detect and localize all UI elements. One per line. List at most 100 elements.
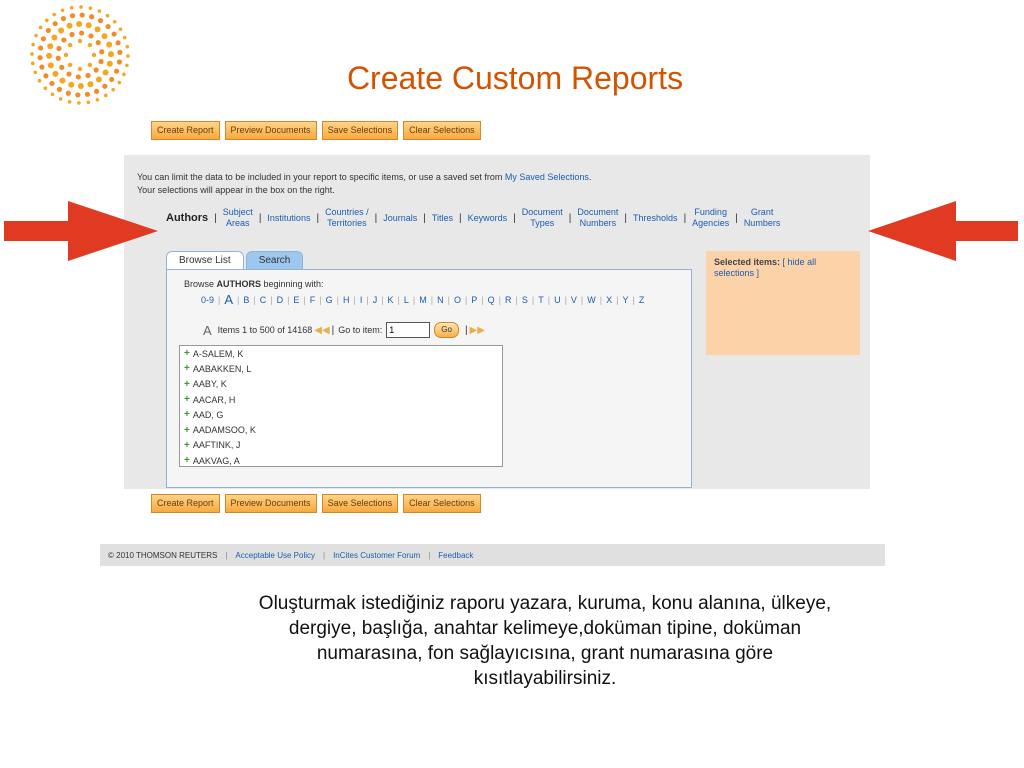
list-item[interactable]: + AAFTINK, J [180,438,502,453]
preview-documents-button[interactable]: Preview Documents [224,494,317,513]
go-button[interactable]: Go [434,322,459,338]
list-item[interactable]: + AAKVAG, A [180,453,502,466]
letter-0-9[interactable]: 0-9 [197,295,218,305]
preview-documents-button[interactable]: Preview Documents [224,121,317,140]
label: Countries / [325,207,369,217]
label: Territories [327,218,367,228]
selected-label: Selected items: [714,257,781,267]
label: AUTHORS [216,279,262,289]
letter-c[interactable]: C [256,295,271,305]
footer: © 2010 THOMSON REUTERS | Acceptable Use … [100,544,885,566]
plus-icon[interactable]: + [184,409,190,420]
plus-icon[interactable]: + [184,455,190,466]
tab-thresholds[interactable]: Thresholds [627,213,684,224]
list-item[interactable]: + AADAMSOO, K [180,422,502,437]
clear-selections-button[interactable]: Clear Selections [403,121,481,140]
selected-items-box: Selected items: [ hide all selections ] [706,251,860,355]
author-name: AABAKKEN, L [192,363,252,374]
author-list[interactable]: + A-SALEM, K + AABAKKEN, L + AABY, K + AACAR, H… [179,345,503,467]
create-report-button[interactable]: Create Report [151,494,220,513]
letter-g[interactable]: G [322,295,337,305]
label: Document [577,207,619,217]
clear-selections-button[interactable]: Clear Selections [403,494,481,513]
list-item[interactable]: + AAD, G [180,407,502,422]
intro-text: You can limit the data to be included in… [137,171,591,197]
left-red-arrow-icon [4,201,158,261]
letter-k[interactable]: K [384,295,398,305]
tab-browse-list[interactable]: Browse List [166,251,244,269]
letter-s[interactable]: S [518,295,532,305]
label: Numbers [579,218,617,228]
letter-a[interactable]: A [220,292,237,307]
goto-item-input[interactable] [386,322,431,338]
tab-document-types[interactable]: Document Types [516,207,569,229]
label: Grant [750,207,774,217]
letter-v[interactable]: V [567,295,581,305]
letter-f[interactable]: F [306,295,320,305]
slide-title: Create Custom Reports [346,60,684,96]
list-item[interactable]: + AABAKKEN, L [180,361,502,376]
letter-p[interactable]: P [467,295,481,305]
plus-icon[interactable]: + [184,394,190,405]
letter-i[interactable]: I [356,295,367,305]
save-selections-button[interactable]: Save Selections [321,121,399,140]
last-page-icon[interactable]: ▶▶ [470,325,485,336]
letter-z[interactable]: Z [635,295,649,305]
thomson-reuters-logo [30,5,130,105]
my-saved-selections-link[interactable]: My Saved Selections [505,172,589,182]
plus-icon[interactable]: + [184,425,190,436]
tab-grant-numbers[interactable]: Grant Numbers [738,207,787,229]
author-name: AAFTINK, J [192,440,241,451]
tab-titles[interactable]: Titles [426,213,459,224]
feedback-link[interactable]: Feedback [430,551,481,560]
author-name: A-SALEM, K [192,348,244,359]
tab-keywords[interactable]: Keywords [462,213,514,224]
copyright: © 2010 THOMSON REUTERS [108,550,218,560]
plus-icon[interactable]: + [184,440,190,451]
top-toolbar: Create Report Preview Documents Save Sel… [151,121,481,140]
letter-y[interactable]: Y [618,295,632,305]
letter-x[interactable]: X [602,295,616,305]
report-panel: You can limit the data to be included in… [124,155,870,489]
alphabet-filter: 0-9 | A | B | C | D | E | F | G | H | I | J | K | L | M | N | O | P | Q | R |… [197,292,648,307]
tab-funding-agencies[interactable]: Funding Agencies [686,207,735,229]
create-report-button[interactable]: Create Report [151,121,220,140]
letter-j[interactable]: J [369,295,382,305]
letter-w[interactable]: W [583,295,600,305]
tab-subject-areas[interactable]: Subject Areas [217,207,259,229]
pager: A Items 1 to 500 of 14168 ◀◀ | Go to ite… [203,322,487,338]
letter-o[interactable]: O [450,295,465,305]
tab-countries[interactable]: Countries / Territories [319,207,375,229]
save-selections-button[interactable]: Save Selections [321,494,399,513]
list-item[interactable]: + AABY, K [180,377,502,392]
customer-forum-link[interactable]: InCites Customer Forum [325,551,428,560]
current-letter: A [203,322,212,338]
letter-m[interactable]: M [415,295,431,305]
letter-u[interactable]: U [550,295,565,305]
plus-icon[interactable]: + [184,379,190,390]
slide-description: Oluşturmak istediğiniz raporu yazara, ku… [258,593,832,689]
first-page-icon[interactable]: ◀◀ [314,325,329,336]
letter-t[interactable]: T [534,295,548,305]
letter-e[interactable]: E [289,295,303,305]
tab-search[interactable]: Search [245,251,304,269]
tab-institutions[interactable]: Institutions [261,213,316,224]
list-item[interactable]: + A-SALEM, K [180,346,502,361]
acceptable-use-link[interactable]: Acceptable Use Policy [227,551,323,560]
tab-authors[interactable]: Authors [160,212,214,224]
label: Agencies [692,218,730,228]
letter-d[interactable]: D [273,295,288,305]
list-item[interactable]: + AACAR, H [180,392,502,407]
letter-r[interactable]: R [501,295,516,305]
letter-h[interactable]: H [339,295,354,305]
letter-b[interactable]: B [239,295,253,305]
tab-document-numbers[interactable]: Document Numbers [571,207,624,229]
label: Funding [694,207,727,217]
letter-q[interactable]: Q [484,295,499,305]
letter-n[interactable]: N [433,295,448,305]
separator: | [464,324,468,336]
plus-icon[interactable]: + [184,348,190,359]
letter-l[interactable]: L [400,295,413,305]
tab-journals[interactable]: Journals [377,213,423,224]
plus-icon[interactable]: + [184,363,190,374]
